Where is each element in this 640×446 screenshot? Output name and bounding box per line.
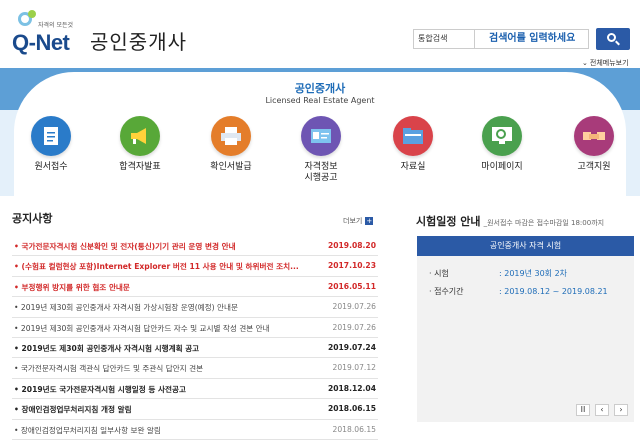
quick-menu-label: 확인서발급 <box>210 162 252 172</box>
exam-info-row: · 접수기간: 2019.08.12 ~ 2019.08.21 <box>429 287 608 296</box>
search-button[interactable] <box>596 28 630 50</box>
site-title[interactable]: 공인중개사 <box>90 26 187 55</box>
monitor-search-icon <box>492 127 512 144</box>
quick-menu-certificate[interactable]: 확인서발급 <box>199 116 263 173</box>
logo-brand: Q-Net <box>12 30 70 55</box>
quick-menu-label: 자격정보 시행공고 <box>304 162 338 183</box>
logo-tagline: 자격의 모든것 <box>38 22 74 29</box>
search-input[interactable]: 검색어를 입력하세요 <box>475 29 589 49</box>
banner-title: 공인중개사 <box>294 82 346 95</box>
exam-schedule-box: 공인중개사 자격 시험 · 시험: 2019년 30회 2차 · 접수기간: 2… <box>417 236 634 422</box>
plus-icon: + <box>365 217 374 225</box>
quick-menu-label: 합격자발표 <box>119 162 161 172</box>
quick-menu-label: 자료실 <box>400 162 426 172</box>
document-icon <box>44 127 58 145</box>
quick-menu-label: 마이페이지 <box>481 162 523 172</box>
pause-button[interactable]: II <box>576 404 590 416</box>
list-item[interactable]: • 2019년도 제30회 공인중개사 자격시험 시행계획 공고 2019.07.… <box>12 338 378 359</box>
list-item[interactable]: • (수험표 컬럼현상 포함)Internet Explorer 버전 11 사… <box>12 256 378 277</box>
notice-more-link[interactable]: 더보기 + <box>343 216 374 226</box>
id-card-icon <box>311 129 331 143</box>
quick-menu-label: 고객지원 <box>577 162 611 172</box>
chevron-down-icon: ⌄ <box>582 59 588 67</box>
all-menu-link[interactable]: ⌄ 전체메뉴보기 <box>582 58 629 68</box>
quick-menu-support[interactable]: 고객지원 <box>562 116 626 173</box>
folder-icon <box>403 128 423 144</box>
quick-menu-apply[interactable]: 원서접수 <box>19 116 83 173</box>
prev-button[interactable]: ‹ <box>595 404 609 416</box>
megaphone-icon <box>131 128 146 144</box>
list-item[interactable]: • 장애인검정업무처리지침 개정 알림 2018.06.15 <box>12 399 378 420</box>
exam-info-row: · 시험: 2019년 30회 2차 <box>429 269 568 278</box>
quick-menu-results[interactable]: 합격자발표 <box>108 116 172 173</box>
qnet-logo[interactable]: 자격의 모든것 Q-Net <box>12 10 84 58</box>
logo-dot-icon <box>28 10 36 18</box>
printer-icon <box>221 127 241 145</box>
list-item[interactable]: • 2019년도 국가전문자격시험 시행일정 등 사전공고 2018.12.04 <box>12 379 378 400</box>
quick-menu-qualification-info[interactable]: 자격정보 시행공고 <box>289 116 353 184</box>
notice-title: 공지사항 <box>12 212 53 225</box>
list-item[interactable]: • 국가전문자격시험 객관식 답안카드 및 주관식 답안지 견본 2019.07.… <box>12 358 378 379</box>
quick-menu-label: 원서접수 <box>34 162 68 172</box>
exam-box-title: 공인중개사 자격 시험 <box>417 236 634 256</box>
exam-schedule-header: 시험일정 안내 _원서접수 마감은 접수마감일 18:00까지 <box>416 210 604 229</box>
handshake-icon <box>583 132 605 140</box>
list-item[interactable]: • 부정행위 방지를 위한 협조 안내문 2016.05.11 <box>12 277 378 298</box>
quick-menu-mypage[interactable]: 마이페이지 <box>470 116 534 173</box>
list-item[interactable]: • 장애인검정업무처리지침 일부사항 보완 알림 2018.06.15 <box>12 420 378 440</box>
list-item[interactable]: • 2019년 제30회 공인중개사 자격시험 답안카드 자수 및 교시별 작성… <box>12 318 378 338</box>
list-item[interactable]: • 국가전문자격시험 신분확인 및 전자(통신)기기 관리 운영 변경 안내 20… <box>12 236 378 257</box>
exam-schedule-note: _원서접수 마감은 접수마감일 18:00까지 <box>483 219 605 227</box>
list-item[interactable]: • 2019년 제30회 공인중개사 자격시험 가상시험장 운영(예정) 안내문… <box>12 297 378 318</box>
quick-menu-archive[interactable]: 자료실 <box>381 116 445 173</box>
next-button[interactable]: › <box>614 404 628 416</box>
banner-subtitle: Licensed Real Estate Agent <box>265 96 375 105</box>
exam-schedule-title: 시험일정 안내 <box>416 215 481 228</box>
notice-list: • 국가전문자격시험 신분확인 및 전자(통신)기기 관리 운영 변경 안내 20… <box>12 236 378 440</box>
search-scope-select[interactable]: 통합검색 <box>413 29 475 49</box>
header: 자격의 모든것 Q-Net 공인중개사 통합검색 검색어를 입력하세요 ⌄ 전체메… <box>0 0 640 68</box>
